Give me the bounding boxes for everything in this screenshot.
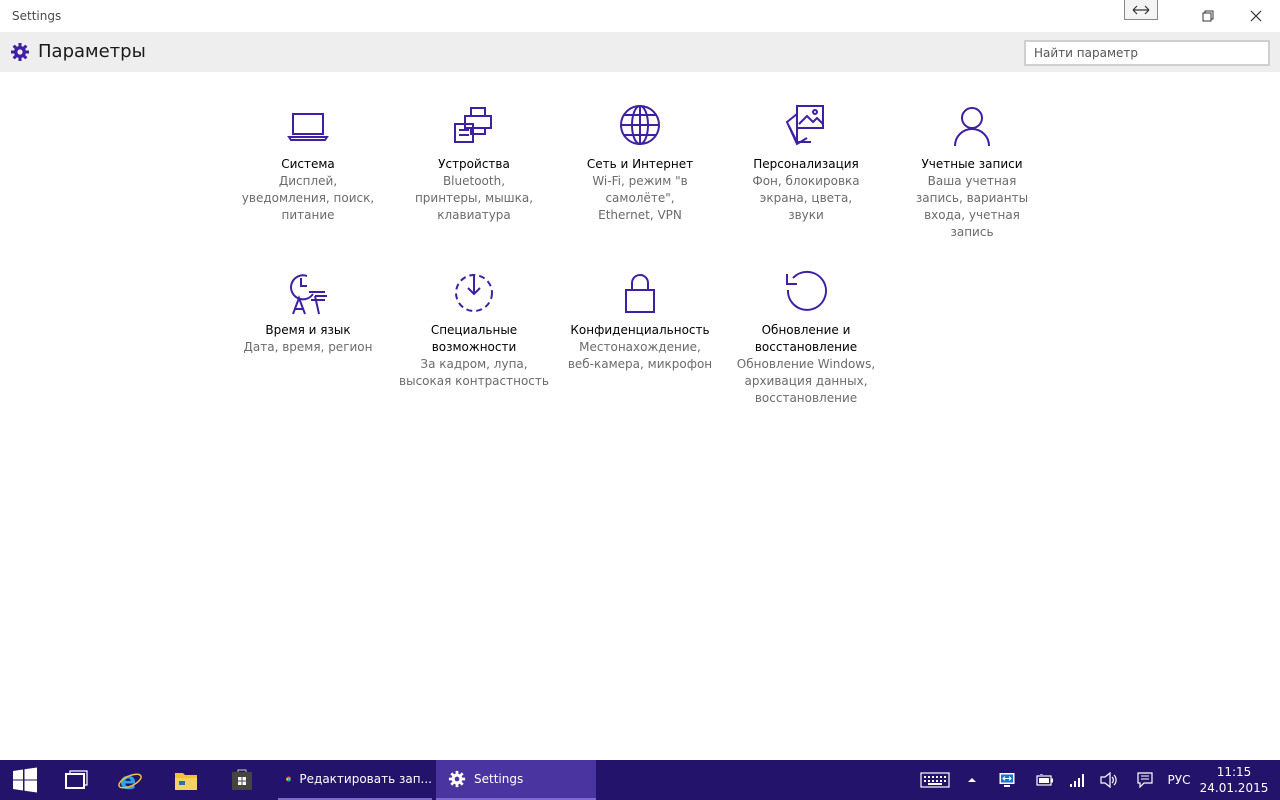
battery-icon xyxy=(1036,774,1053,786)
tile-devices[interactable]: Устройства Bluetooth, принтеры, мышка, к… xyxy=(399,104,549,224)
tile-name: Конфиденциальность xyxy=(570,323,710,337)
time-language-icon xyxy=(290,274,327,315)
teamviewer-icon xyxy=(999,773,1015,787)
tile-name: Сеть и Интернет xyxy=(586,157,694,171)
network-button[interactable] xyxy=(1064,760,1090,800)
tile-name: Время и язык xyxy=(265,323,351,337)
globe-icon xyxy=(620,105,660,145)
chevron-up-icon xyxy=(968,778,976,782)
task-view-button[interactable] xyxy=(56,760,96,800)
store-icon xyxy=(232,769,252,790)
search-input[interactable] xyxy=(1024,40,1270,66)
language-label: РУС xyxy=(1167,773,1191,787)
clock-date: 24.01.2015 xyxy=(1199,781,1269,795)
file-explorer-button[interactable] xyxy=(166,760,206,800)
resize-handle-icon[interactable] xyxy=(1124,0,1158,20)
clock-time: 11:15 xyxy=(1216,765,1252,779)
battery-button[interactable] xyxy=(1032,760,1058,800)
tile-description: Wi-Fi, режим "в самолёте", Ethernet, VPN xyxy=(592,174,688,222)
tile-network[interactable]: Сеть и Интернет Wi-Fi, режим "в самолёте… xyxy=(565,104,715,224)
ie-button[interactable]: e xyxy=(110,760,150,800)
devices-icon xyxy=(454,107,492,143)
tile-description: Обновление Windows, архивация данных, во… xyxy=(736,357,876,405)
tile-time-language[interactable]: Время и язык Дата, время, регион xyxy=(233,270,383,356)
tile-description: Ваша учетная запись, варианты входа, уче… xyxy=(915,174,1029,239)
taskbar-settings-label: Settings xyxy=(474,772,524,786)
volume-button[interactable] xyxy=(1096,760,1122,800)
tile-ease-of-access[interactable]: Специальные возможности За кадром, лупа,… xyxy=(399,270,549,390)
tile-description: За кадром, лупа, высокая контрастность xyxy=(399,357,549,388)
window-title: Settings xyxy=(12,9,62,23)
person-icon xyxy=(954,107,990,147)
tile-name: Специальные возможности xyxy=(430,323,518,354)
tile-description: Bluetooth, принтеры, мышка, клавиатура xyxy=(414,174,534,222)
maximize-button[interactable] xyxy=(1185,0,1231,32)
personalization-icon xyxy=(785,105,824,146)
taskbar-chrome-label: Редактировать зап... xyxy=(299,772,432,786)
tile-description: Дисплей, уведомления, поиск, питание xyxy=(241,174,375,222)
tile-description: Местонахождение, веб-камера, микрофон xyxy=(567,340,713,371)
notification-icon xyxy=(1137,772,1153,788)
tile-name: Устройства xyxy=(438,157,510,171)
tile-name: Персонализация xyxy=(753,157,859,171)
action-center-button[interactable] xyxy=(1132,760,1158,800)
taskbar-chrome-button[interactable]: Редактировать зап... xyxy=(278,760,432,800)
windows-logo-icon xyxy=(13,767,37,793)
lock-icon xyxy=(625,274,655,313)
start-button[interactable] xyxy=(0,760,50,800)
folder-icon xyxy=(175,773,197,790)
refresh-icon xyxy=(786,270,827,311)
title-bar: Settings xyxy=(0,0,1280,32)
tile-accounts[interactable]: Учетные записи Ваша учетная запись, вари… xyxy=(897,104,1047,241)
gear-icon xyxy=(448,770,466,788)
gear-icon xyxy=(11,43,29,61)
close-button[interactable] xyxy=(1233,0,1279,32)
show-hidden-icons-button[interactable] xyxy=(962,760,982,800)
tile-name: Система xyxy=(281,157,335,171)
ease-of-access-icon xyxy=(455,274,493,312)
chrome-icon xyxy=(286,776,292,782)
touch-keyboard-button[interactable] xyxy=(916,760,954,800)
tile-privacy[interactable]: Конфиденциальность Местонахождение, веб-… xyxy=(565,270,715,373)
tile-personalization[interactable]: Персонализация Фон, блокировка экрана, ц… xyxy=(731,104,881,224)
taskbar: e Редактировать зап... Settings РУС 11:1… xyxy=(0,760,1280,800)
tile-system[interactable]: Система Дисплей, уведомления, поиск, пит… xyxy=(233,104,383,224)
tile-description: Дата, время, регион xyxy=(243,340,373,354)
store-button[interactable] xyxy=(222,760,262,800)
tile-description: Фон, блокировка экрана, цвета, звуки xyxy=(752,174,860,222)
keyboard-icon xyxy=(920,772,950,788)
app-header: Параметры xyxy=(0,32,1280,72)
clock[interactable]: 11:15 24.01.2015 xyxy=(1198,764,1270,796)
task-view-icon xyxy=(65,770,88,789)
teamviewer-tray-button[interactable] xyxy=(994,760,1020,800)
language-indicator[interactable]: РУС xyxy=(1162,760,1196,800)
speaker-icon xyxy=(1100,772,1117,788)
tile-name: Учетные записи xyxy=(921,157,1023,171)
internet-explorer-icon: e xyxy=(118,767,142,793)
page-title: Параметры xyxy=(38,41,146,62)
taskbar-settings-button[interactable]: Settings xyxy=(436,760,596,800)
laptop-icon xyxy=(287,113,329,141)
signal-bars-icon xyxy=(1070,774,1084,787)
tile-name: Обновление и восстановление xyxy=(754,323,858,354)
tile-update-recovery[interactable]: Обновление и восстановление Обновление W… xyxy=(731,270,881,407)
